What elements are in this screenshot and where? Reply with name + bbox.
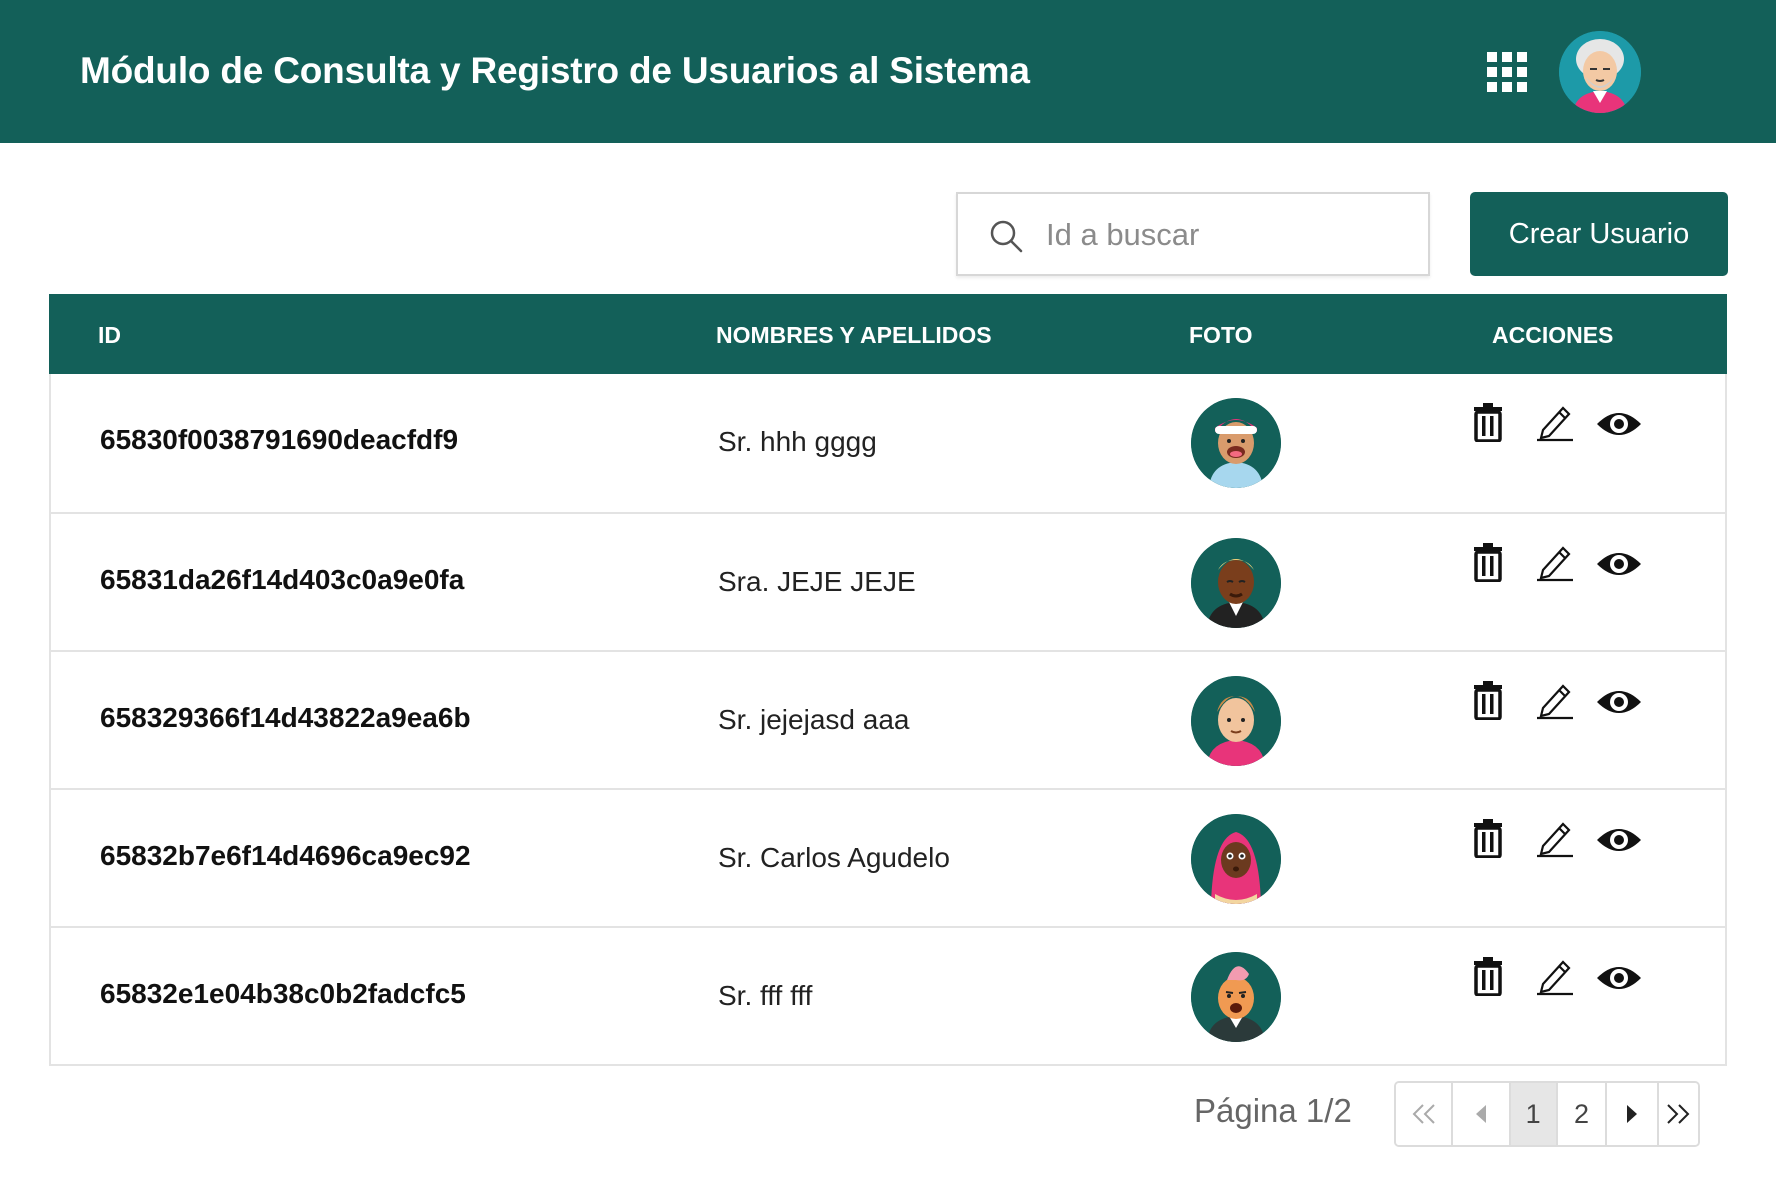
user-photo <box>1191 398 1281 488</box>
user-id: 65830f0038791690deacfdf9 <box>100 424 459 455</box>
column-header-name: NOMBRES Y APELLIDOS <box>716 322 992 348</box>
user-avatar[interactable] <box>1559 31 1641 113</box>
user-name: Sra. JEJE JEJE <box>718 566 916 597</box>
first-page-button[interactable] <box>1396 1083 1454 1145</box>
pencil-icon[interactable] <box>1535 680 1579 724</box>
trash-icon[interactable] <box>1471 956 1515 1000</box>
table-header: ID NOMBRES Y APELLIDOS FOTO ACCIONES <box>49 294 1727 374</box>
trash-icon[interactable] <box>1471 680 1515 724</box>
user-id: 658329366f14d43822a9ea6b <box>100 702 471 733</box>
create-user-button[interactable]: Crear Usuario <box>1470 192 1728 276</box>
eye-icon[interactable] <box>1595 824 1643 868</box>
column-header-photo: FOTO <box>1189 322 1253 348</box>
user-id: 65832b7e6f14d4696ca9ec92 <box>100 840 471 871</box>
trash-icon[interactable] <box>1471 542 1515 586</box>
search-icon <box>990 220 1023 253</box>
page-title: Módulo de Consulta y Registro de Usuario… <box>80 50 1030 91</box>
eye-icon[interactable] <box>1595 962 1643 1006</box>
column-header-id: ID <box>98 322 121 348</box>
user-name: Sr. hhh gggg <box>718 426 877 457</box>
row-actions <box>1471 818 1671 862</box>
user-photo <box>1191 676 1281 766</box>
row-actions <box>1471 680 1671 724</box>
table-row: 658329366f14d43822a9ea6b Sr. jejejasd aa… <box>51 650 1725 788</box>
table-row: 65831da26f14d403c0a9e0fa Sra. JEJE JEJE <box>51 512 1725 650</box>
grid-apps-icon[interactable] <box>1487 52 1527 92</box>
search-box[interactable] <box>956 192 1430 276</box>
user-name: Sr. jejejasd aaa <box>718 704 910 735</box>
row-actions <box>1471 542 1671 586</box>
trash-icon[interactable] <box>1471 818 1515 862</box>
user-photo <box>1191 538 1281 628</box>
pencil-icon[interactable] <box>1535 542 1579 586</box>
page-1-button[interactable]: 1 <box>1510 1083 1558 1145</box>
app-header: Módulo de Consulta y Registro de Usuario… <box>0 0 1776 143</box>
search-input[interactable] <box>1046 208 1406 262</box>
user-name: Sr. fff fff <box>718 980 813 1011</box>
eye-icon[interactable] <box>1595 686 1643 730</box>
row-actions <box>1471 956 1671 1000</box>
next-page-button[interactable] <box>1607 1083 1659 1145</box>
pagination-label: Página 1/2 <box>1194 1092 1352 1129</box>
user-id: 65831da26f14d403c0a9e0fa <box>100 564 465 595</box>
trash-icon[interactable] <box>1471 402 1515 446</box>
eye-icon[interactable] <box>1595 548 1643 592</box>
pencil-icon[interactable] <box>1535 402 1579 446</box>
user-photo <box>1191 952 1281 1042</box>
last-page-button[interactable] <box>1658 1083 1698 1145</box>
prev-page-button[interactable] <box>1453 1083 1511 1145</box>
table-row: 65830f0038791690deacfdf9 Sr. hhh gggg <box>51 374 1725 512</box>
user-photo <box>1191 814 1281 904</box>
users-table: ID NOMBRES Y APELLIDOS FOTO ACCIONES 658… <box>49 294 1727 1066</box>
row-actions <box>1471 402 1671 446</box>
pencil-icon[interactable] <box>1535 818 1579 862</box>
user-name: Sr. Carlos Agudelo <box>718 842 950 873</box>
table-row: 65832b7e6f14d4696ca9ec92 Sr. Carlos Agud… <box>51 788 1725 926</box>
pencil-icon[interactable] <box>1535 956 1579 1000</box>
pagination: 1 2 <box>1394 1081 1700 1147</box>
eye-icon[interactable] <box>1595 408 1643 452</box>
column-header-actions: ACCIONES <box>1492 322 1614 348</box>
page-2-button[interactable]: 2 <box>1557 1083 1608 1145</box>
table-row: 65832e1e04b38c0b2fadcfc5 Sr. fff fff <box>51 926 1725 1064</box>
user-id: 65832e1e04b38c0b2fadcfc5 <box>100 978 466 1009</box>
